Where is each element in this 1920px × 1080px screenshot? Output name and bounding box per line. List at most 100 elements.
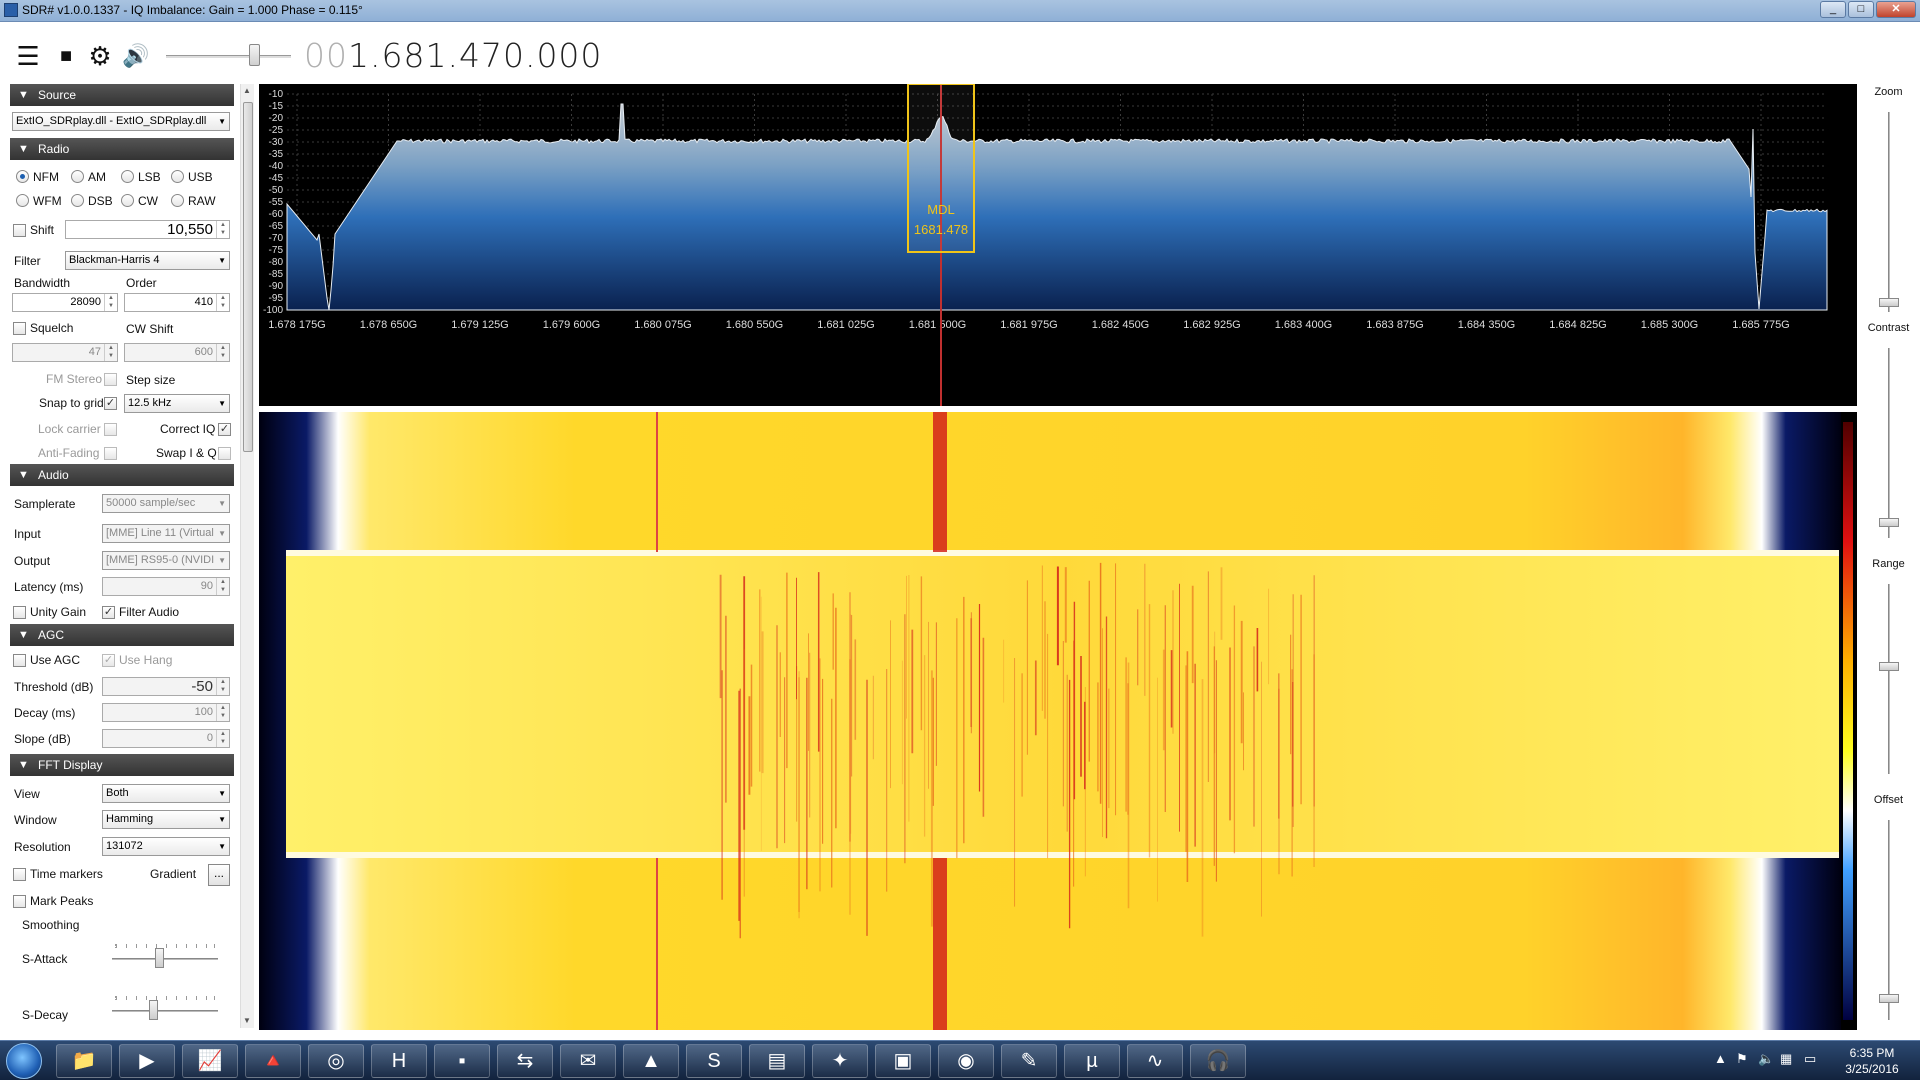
audio-output-select[interactable]: [MME] RS95-0 (NVIDI ▼ — [102, 551, 230, 570]
folder-icon[interactable]: 📁 — [56, 1044, 112, 1078]
action-center-icon[interactable]: ▭ — [1804, 1051, 1816, 1067]
maximize-button[interactable]: □ — [1848, 1, 1874, 18]
scroll-down-icon[interactable]: ▼ — [243, 1016, 251, 1025]
sdr-icon[interactable]: 📈 — [182, 1044, 238, 1078]
view-select[interactable]: Both ▼ — [102, 784, 230, 803]
offset-slider-thumb[interactable] — [1879, 994, 1899, 1003]
squelch-checkbox[interactable] — [13, 322, 26, 335]
bandwidth-input[interactable]: 28090 ▲ ▼ — [12, 293, 118, 312]
unity-gain-checkbox[interactable] — [13, 606, 26, 619]
system-clock[interactable]: 6:35 PM 3/25/2016 — [1832, 1045, 1912, 1077]
flag-icon[interactable]: ⚑ — [1736, 1051, 1748, 1067]
waterfall-display[interactable] — [259, 412, 1857, 1030]
range-slider-thumb[interactable] — [1879, 662, 1899, 671]
thunderbird-icon[interactable]: ✉ — [560, 1044, 616, 1078]
game-icon[interactable]: ✦ — [812, 1044, 868, 1078]
latency-input[interactable]: 90 ▲ ▼ — [102, 577, 230, 596]
pdf-icon[interactable]: ▲ — [623, 1044, 679, 1078]
filter-select[interactable]: Blackman-Harris 4 ▼ — [65, 251, 230, 270]
gradient-button[interactable]: ... — [208, 864, 230, 886]
contrast-slider-track[interactable] — [1888, 348, 1890, 538]
mode-radio-raw[interactable] — [171, 194, 184, 207]
snap-checkbox[interactable]: ✓ — [104, 397, 117, 410]
filter-audio-checkbox[interactable]: ✓ — [102, 606, 115, 619]
speaker-icon[interactable]: 🔊 — [122, 42, 150, 70]
gear-icon[interactable]: ⚙ — [86, 42, 114, 70]
correctiq-checkbox[interactable]: ✓ — [218, 423, 231, 436]
disk-icon[interactable]: ◉ — [938, 1044, 994, 1078]
spectrum-plot[interactable]: -10-15-20-25-30-35-40-45-50-55-60-65-70-… — [259, 83, 1857, 406]
headset-icon[interactable]: 🎧 — [1190, 1044, 1246, 1078]
stepsize-select[interactable]: 12.5 kHz ▼ — [124, 394, 230, 413]
media-player-icon[interactable]: ▶ — [119, 1044, 175, 1078]
decay-input[interactable]: 100 ▲ ▼ — [102, 703, 230, 722]
threshold-input[interactable]: -50 ▲ ▼ — [102, 677, 230, 696]
skype-icon[interactable]: S — [686, 1044, 742, 1078]
window-select[interactable]: Hamming ▼ — [102, 810, 230, 829]
lockcarrier-checkbox[interactable] — [104, 423, 117, 436]
window-icon[interactable]: ▤ — [749, 1044, 805, 1078]
menu-icon[interactable]: ☰ — [14, 42, 42, 70]
fmstereo-checkbox[interactable] — [104, 373, 117, 386]
fft-header[interactable]: ▼ FFT Display — [10, 754, 234, 776]
network-tray-icon[interactable]: ▦ — [1780, 1051, 1792, 1067]
source-header[interactable]: ▼ Source — [10, 84, 234, 106]
antifading-checkbox[interactable] — [104, 447, 117, 460]
offset-slider-track[interactable] — [1888, 820, 1890, 1020]
shift-input[interactable]: 10,550 ▲ ▼ — [65, 220, 230, 239]
start-button[interactable] — [6, 1043, 42, 1079]
use-agc-checkbox[interactable] — [13, 654, 26, 667]
scroll-up-icon[interactable]: ▲ — [243, 86, 251, 95]
sdecay-thumb[interactable] — [149, 1000, 158, 1020]
monitor-icon[interactable]: ▣ — [875, 1044, 931, 1078]
samplerate-select[interactable]: 50000 sample/sec ▼ — [102, 494, 230, 513]
sattack-thumb[interactable] — [155, 948, 164, 968]
mode-radio-usb[interactable] — [171, 170, 184, 183]
hex-editor-icon[interactable]: H — [371, 1044, 427, 1078]
slope-input[interactable]: 0 ▲ ▼ — [102, 729, 230, 748]
zoom-slider-track[interactable] — [1888, 112, 1890, 312]
network-icon[interactable]: ⇆ — [497, 1044, 553, 1078]
agc-header[interactable]: ▼ AGC — [10, 624, 234, 646]
mark-peaks-checkbox[interactable] — [13, 895, 26, 908]
radio-header[interactable]: ▼ Radio — [10, 138, 234, 160]
volume-slider-track[interactable] — [166, 55, 291, 58]
contrast-slider-thumb[interactable] — [1879, 518, 1899, 527]
resolution-select[interactable]: 131072 ▼ — [102, 837, 230, 856]
mode-radio-nfm[interactable] — [16, 170, 29, 183]
cmd-icon[interactable]: ▪ — [434, 1044, 490, 1078]
notepad-icon[interactable]: ✎ — [1001, 1044, 1057, 1078]
utorrent-icon[interactable]: µ — [1064, 1044, 1120, 1078]
mode-radio-wfm[interactable] — [16, 194, 29, 207]
source-device-select[interactable]: ExtIO_SDRplay.dll - ExtIO_SDRplay.dll ▼ — [12, 112, 230, 131]
volume-tray-icon[interactable]: 🔈 — [1758, 1051, 1774, 1067]
mode-radio-dsb[interactable] — [71, 194, 84, 207]
cwshift-input[interactable]: 600 ▲ ▼ — [124, 343, 230, 362]
squelch-input[interactable]: 47 ▲ ▼ — [12, 343, 118, 362]
minimize-button[interactable]: _ — [1820, 1, 1846, 18]
range-slider-track[interactable] — [1888, 584, 1890, 774]
zoom-slider-thumb[interactable] — [1879, 298, 1899, 307]
waterfall-plot[interactable] — [259, 412, 1857, 1030]
spectrum-analyzer[interactable]: -10 -15 -20 -25 -30 -35 -40 -45 -50 -55 -60 -65 -70-… — [259, 83, 1857, 406]
frequency-display[interactable]: 001.681.470.000 — [304, 36, 602, 75]
swapiq-checkbox[interactable] — [218, 447, 231, 460]
sdecay-track[interactable] — [112, 1010, 218, 1012]
time-markers-checkbox[interactable] — [13, 868, 26, 881]
mode-radio-am[interactable] — [71, 170, 84, 183]
left-panel-scrollbar[interactable]: ▲ ▼ — [240, 84, 254, 1028]
chrome-icon[interactable]: ◎ — [308, 1044, 364, 1078]
stop-icon[interactable]: ■ — [52, 42, 80, 70]
mode-radio-cw[interactable] — [121, 194, 134, 207]
close-button[interactable]: ✕ — [1876, 1, 1916, 18]
sdrsharp-icon[interactable]: ∿ — [1127, 1044, 1183, 1078]
use-hang-checkbox[interactable]: ✓ — [102, 654, 115, 667]
shift-checkbox[interactable] — [13, 224, 26, 237]
scroll-thumb[interactable] — [243, 102, 253, 452]
audio-header[interactable]: ▼ Audio — [10, 464, 234, 486]
audio-input-select[interactable]: [MME] Line 11 (Virtual ▼ — [102, 524, 230, 543]
tray-arrow-icon[interactable]: ▲ — [1714, 1051, 1727, 1066]
order-input[interactable]: 410 ▲ ▼ — [124, 293, 230, 312]
volume-slider-thumb[interactable] — [249, 44, 260, 66]
sattack-track[interactable] — [112, 958, 218, 960]
